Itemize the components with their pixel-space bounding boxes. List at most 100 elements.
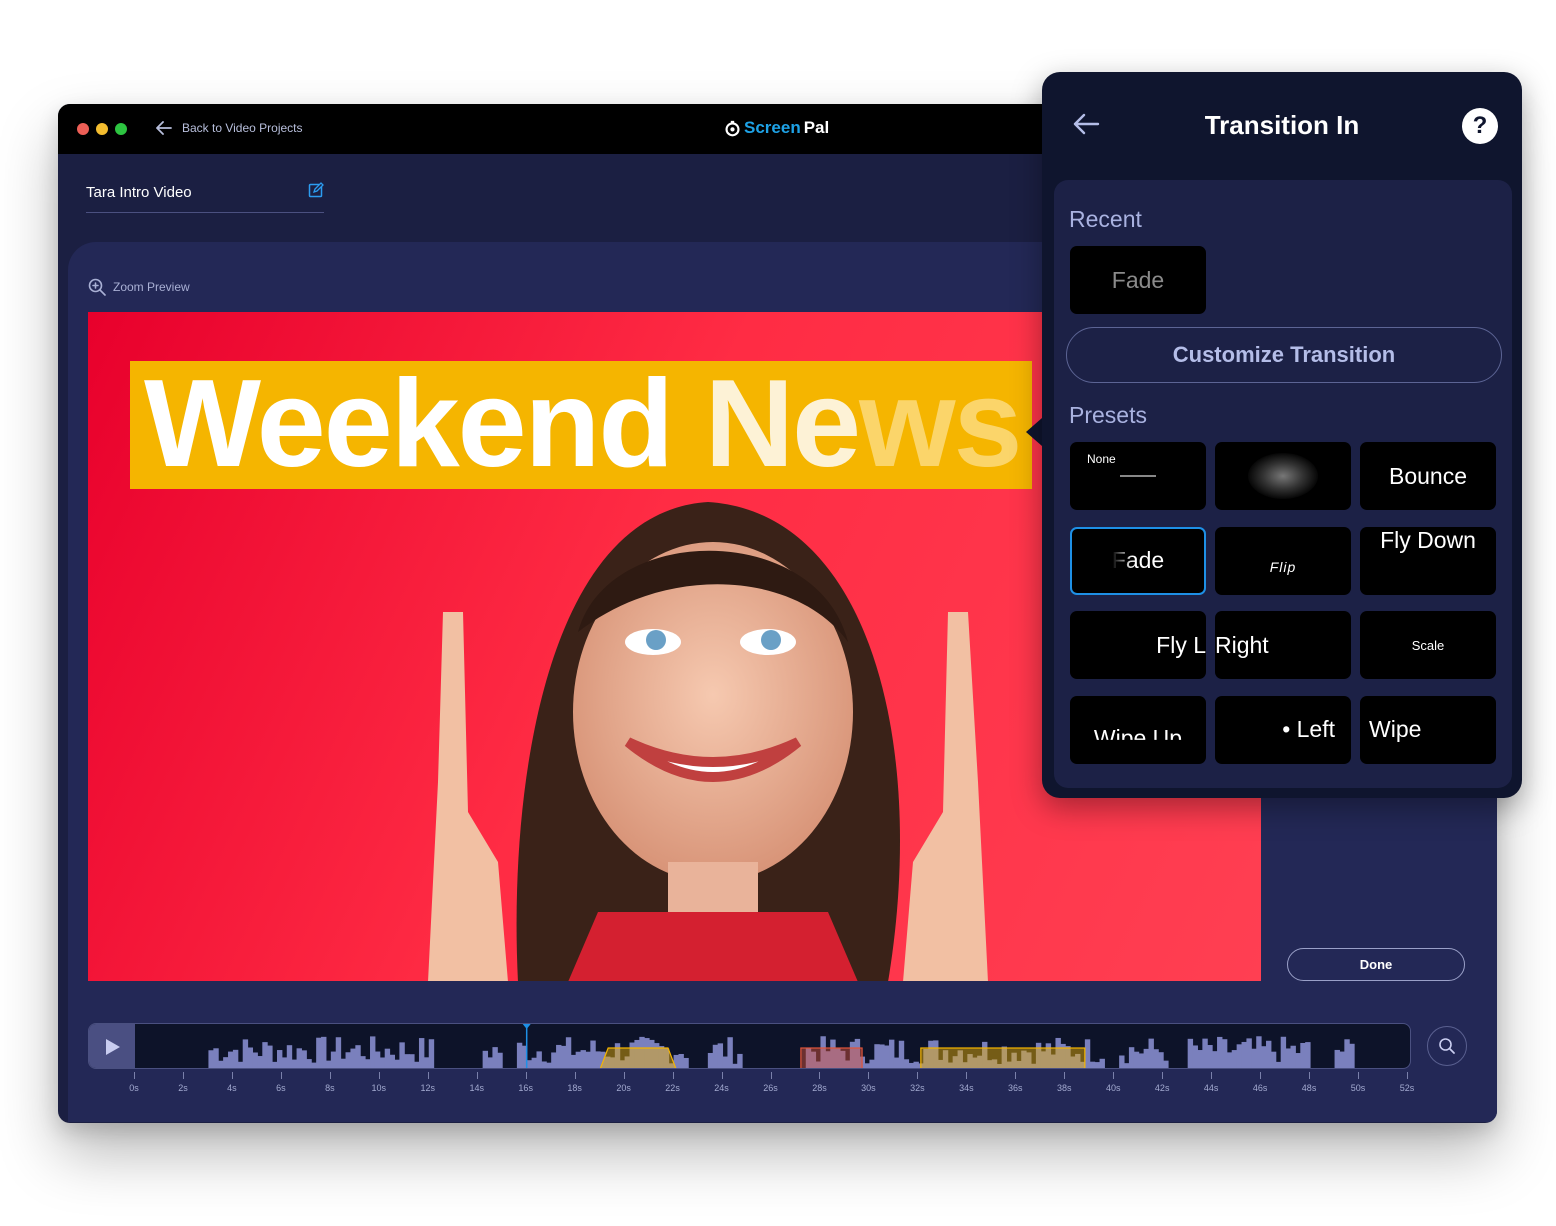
preset-scale[interactable]: Scale [1360, 611, 1496, 679]
waveform-bar [414, 1061, 420, 1068]
timeline-track[interactable] [88, 1023, 1411, 1069]
preset-label: Bounce [1388, 462, 1467, 489]
timeline-tick-label: 34s [959, 1083, 974, 1093]
preset-wipe[interactable]: Wipe [1360, 695, 1496, 764]
timeline-tick [917, 1072, 919, 1079]
close-window-button[interactable] [77, 123, 89, 135]
waveform-bar [737, 1053, 743, 1068]
waveform-bar [717, 1043, 724, 1068]
back-to-projects-link[interactable]: Back to Video Projects [154, 118, 303, 138]
preset-fly-down[interactable]: Fly Down [1360, 526, 1496, 595]
timeline-tick [1260, 1072, 1262, 1079]
zoom-in-icon [88, 278, 106, 296]
timeline-tick [966, 1072, 968, 1079]
waveform-bar [247, 1047, 254, 1068]
waveform-bar [1334, 1049, 1340, 1068]
timeline-tick [672, 1072, 674, 1079]
timeline-tick [525, 1072, 527, 1079]
preset-label: Fade [1111, 547, 1165, 573]
waveform-bar [409, 1054, 415, 1068]
help-icon[interactable]: ? [1462, 108, 1498, 144]
preset-bounce[interactable]: Bounce [1360, 442, 1496, 510]
waveform-bar [1212, 1051, 1218, 1068]
recent-label: Recent [1069, 206, 1142, 232]
waveform-bar [1251, 1048, 1257, 1068]
waveform-bar [237, 1061, 244, 1068]
preset-label: Wipe Up [1093, 725, 1183, 751]
waveform-bar [1236, 1044, 1243, 1068]
preset-fade[interactable]: Fade [1070, 526, 1206, 595]
customize-transition-button[interactable]: Customize Transition [1066, 327, 1502, 383]
waveform-bar [1187, 1038, 1194, 1068]
waveform-bar [1143, 1048, 1150, 1068]
timeline-tick [1211, 1072, 1213, 1079]
waveform-bar [311, 1062, 317, 1068]
project-title: Tara Intro Video [86, 184, 192, 201]
waveform-bar [487, 1057, 493, 1068]
audio-waveform[interactable] [135, 1024, 1411, 1069]
waveform-bar [1295, 1053, 1301, 1068]
waveform-bar [213, 1048, 219, 1068]
waveform-bar [712, 1044, 719, 1068]
timeline-tick-label: 32s [910, 1083, 925, 1093]
preset-flip[interactable]: Flip [1215, 526, 1351, 595]
waveform-bar [913, 1061, 919, 1068]
waveform-bar [1305, 1042, 1311, 1068]
timeline-tick-label: 18s [567, 1083, 582, 1093]
timeline-tick-label: 46s [1252, 1083, 1268, 1093]
timeline-tick-label: 22s [665, 1083, 680, 1093]
waveform-bar [908, 1062, 914, 1068]
project-title-field[interactable]: Tara Intro Video [86, 182, 324, 213]
preset-fly-right[interactable]: Right [1215, 611, 1351, 679]
waveform-bar [345, 1052, 351, 1068]
waveform-bar [580, 1050, 586, 1068]
back-link-label: Back to Video Projects [182, 121, 303, 135]
preset-label: Scale [1411, 637, 1445, 653]
transition-segment[interactable] [599, 1047, 677, 1069]
waveform-bar [1197, 1050, 1203, 1068]
waveform-bar [482, 1050, 489, 1068]
play-icon [106, 1039, 120, 1055]
zoom-preview-button[interactable]: Zoom Preview [88, 278, 190, 296]
panel-pointer [1026, 418, 1042, 446]
timeline-tick-label: 6s [276, 1083, 286, 1093]
preset-fly-left[interactable]: Fly L [1070, 611, 1206, 679]
preset-wipe-up[interactable]: Wipe Up [1070, 695, 1206, 764]
waveform-bar [374, 1051, 381, 1068]
waveform-bar [389, 1054, 395, 1068]
play-button[interactable] [89, 1024, 135, 1068]
timeline-tick [1407, 1072, 1408, 1079]
timeline-tick-label: 10s [371, 1083, 387, 1093]
preset-none[interactable]: None [1070, 442, 1206, 510]
logo-text-screen: Screen [744, 118, 801, 137]
edit-icon[interactable] [308, 182, 324, 198]
waveform-bar [874, 1044, 880, 1068]
waveform-bar [869, 1059, 875, 1068]
waveform-bar [1202, 1038, 1208, 1068]
recent-item-fade[interactable]: Fade [1070, 246, 1206, 314]
waveform-bar [1163, 1060, 1169, 1068]
minimize-window-button[interactable] [96, 123, 108, 135]
preset-wipe-left[interactable]: • Left [1215, 695, 1351, 764]
waveform-bar [394, 1059, 400, 1068]
waveform-bar [1290, 1045, 1296, 1068]
timeline-zoom-button[interactable] [1427, 1026, 1467, 1066]
timeline-tick [378, 1072, 380, 1079]
waveform-bar [223, 1057, 229, 1068]
transition-segment[interactable] [920, 1047, 1086, 1069]
done-button[interactable]: Done [1287, 948, 1465, 981]
maximize-window-button[interactable] [115, 123, 127, 135]
waveform-bar [340, 1058, 347, 1068]
timeline-tick-label: 42s [1154, 1083, 1170, 1093]
preset-label: Fly L [1156, 631, 1206, 658]
timeline-tick [1064, 1072, 1066, 1079]
waveform-bar [556, 1044, 562, 1068]
waveform-bar [1148, 1038, 1154, 1068]
playhead-handle[interactable] [522, 1024, 531, 1029]
preset-blur[interactable] [1215, 442, 1351, 510]
waveform-bar [541, 1061, 547, 1068]
waveform-bar [208, 1050, 214, 1068]
cut-segment[interactable] [800, 1047, 863, 1069]
waveform-bar [1128, 1047, 1135, 1068]
waveform-bar [428, 1039, 435, 1068]
